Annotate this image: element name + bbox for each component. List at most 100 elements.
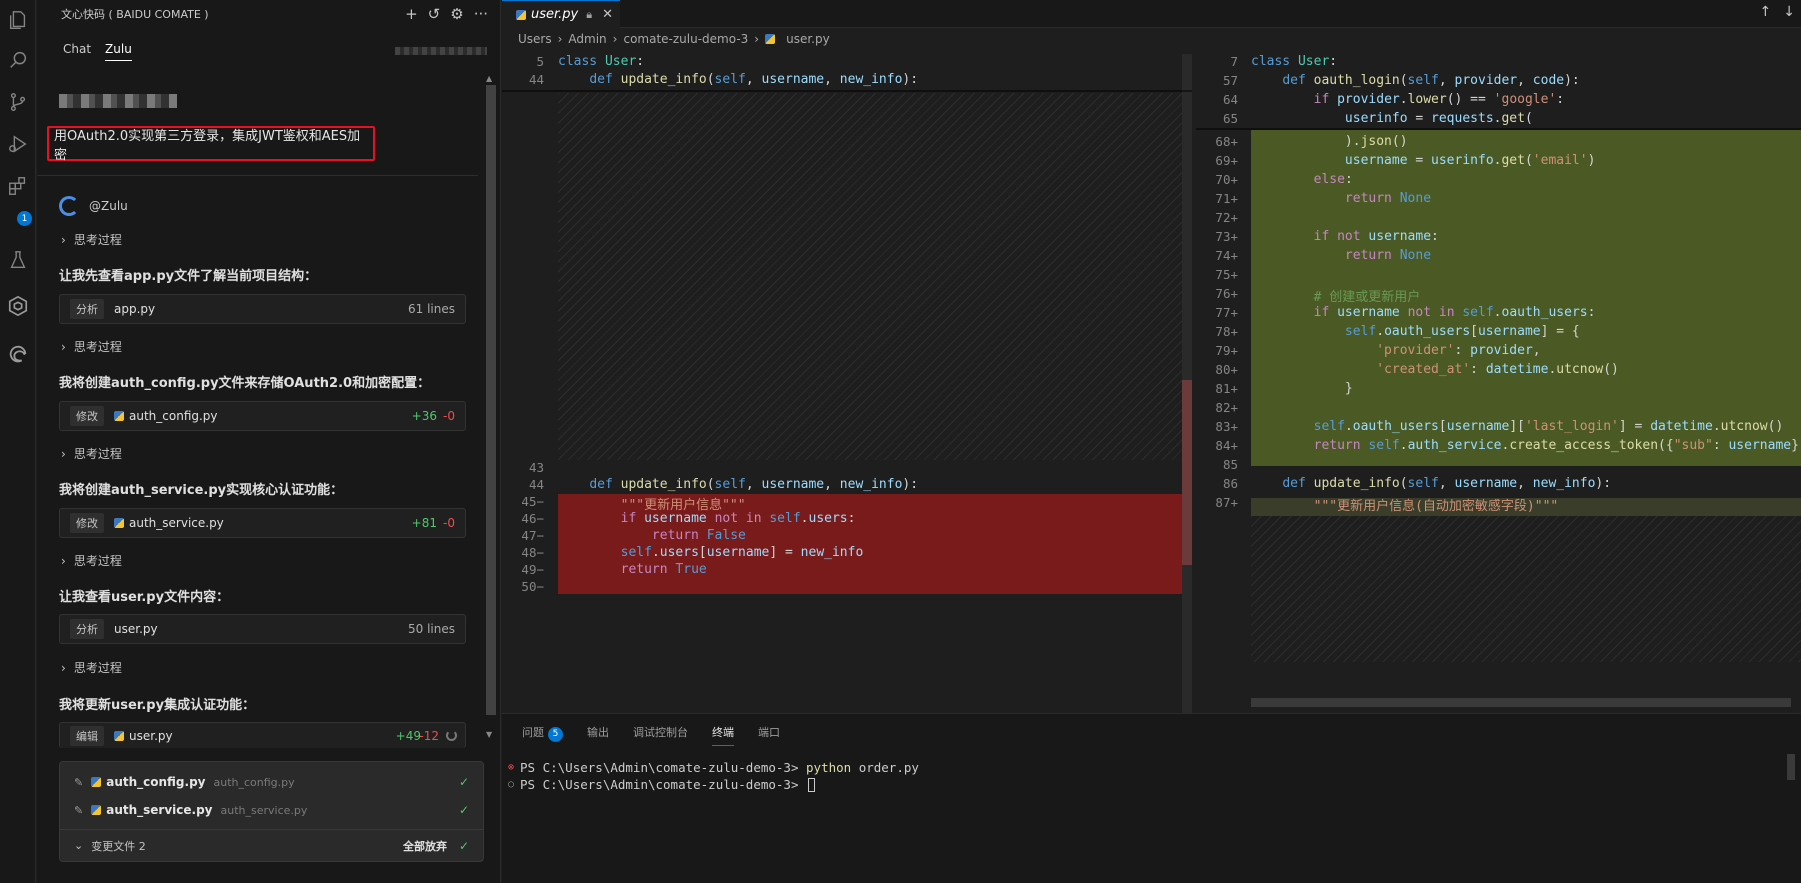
scroll-up-icon[interactable]: ▲: [486, 74, 492, 83]
settings-icon[interactable]: ⚙: [450, 4, 463, 24]
code-line[interactable]: def update_info(self, username, new_info…: [558, 72, 918, 87]
code-line[interactable]: username = userinfo.get('email'): [1251, 153, 1596, 168]
changed-file-row[interactable]: ✎ auth_config.py auth_config.py: [74, 772, 295, 792]
source-control-icon[interactable]: [4, 88, 32, 116]
blurred-user-name: [59, 94, 177, 108]
line-number: 43: [528, 460, 544, 475]
tab-ports[interactable]: 端口: [758, 724, 780, 746]
code-line[interactable]: return False: [558, 528, 746, 543]
testing-icon[interactable]: [4, 246, 32, 274]
breadcrumb-item[interactable]: Users: [518, 32, 552, 46]
code-line[interactable]: self.users[username] = new_info: [558, 545, 864, 560]
extensions-badge: 1: [17, 211, 32, 226]
code-line[interactable]: if username not in self.users:: [558, 511, 856, 526]
sidebar-scrollbar[interactable]: [486, 85, 496, 715]
code-line[interactable]: class User:: [558, 54, 644, 69]
agent-message: 让我查看user.py文件内容：: [59, 590, 230, 605]
accept-all-check-icon[interactable]: ✓: [459, 839, 469, 853]
sticky-shadow: [502, 90, 1192, 92]
tab-chat[interactable]: Chat: [63, 42, 91, 61]
previous-change-icon[interactable]: ↑: [1760, 4, 1772, 20]
breadcrumb-item[interactable]: comate-zulu-demo-3: [623, 32, 748, 46]
code-line[interactable]: return self.auth_service.create_access_t…: [1251, 438, 1801, 453]
tab-debug-console[interactable]: 调试控制台: [633, 724, 688, 746]
file-card[interactable]: 分析 user.py 50 lines: [59, 614, 466, 644]
code-line[interactable]: def update_info(self, username, new_info…: [1251, 476, 1611, 491]
code-line[interactable]: def oauth_login(self, provider, code):: [1251, 73, 1579, 88]
changed-file-row[interactable]: ✎ auth_service.py auth_service.py: [74, 800, 307, 820]
more-icon[interactable]: ···: [474, 4, 488, 24]
line-number: 81+: [1215, 381, 1238, 396]
horizontal-scrollbar[interactable]: [1251, 698, 1791, 707]
code-line[interactable]: return None: [1251, 191, 1431, 206]
code-line[interactable]: 'created_at': datetime.utcnow(): [1251, 362, 1619, 377]
line-number: 57: [1222, 73, 1238, 88]
left-scroll-thumb[interactable]: [1182, 380, 1192, 565]
tab-zulu[interactable]: Zulu: [105, 42, 132, 61]
code-line[interactable]: return None: [1251, 248, 1431, 263]
line-number: 45−: [521, 494, 544, 509]
thinking-toggle[interactable]: › 思考过程: [61, 659, 122, 676]
card-tag: 修改: [70, 406, 104, 426]
thinking-toggle[interactable]: › 思考过程: [61, 552, 122, 569]
terminal-scrollbar[interactable]: [1787, 754, 1795, 780]
tab-terminal[interactable]: 终端: [712, 724, 734, 746]
code-line[interactable]: else:: [1251, 172, 1353, 187]
breadcrumb: Users › Admin › comate-zulu-demo-3 › user.p…: [518, 32, 830, 46]
scroll-down-icon[interactable]: ▼: [486, 730, 492, 739]
chevron-right-icon: ›: [61, 339, 66, 354]
card-file: auth_config.py: [129, 409, 218, 423]
code-line[interactable]: class User:: [1251, 54, 1337, 69]
code-line[interactable]: 'provider': provider,: [1251, 343, 1540, 358]
breadcrumb-item[interactable]: Admin: [568, 32, 606, 46]
changes-summary[interactable]: 变更文件 2: [91, 838, 146, 854]
code-line[interactable]: if not username:: [1251, 229, 1439, 244]
next-change-icon[interactable]: ↓: [1783, 4, 1795, 20]
code-line[interactable]: self.oauth_users[username]['last_login']…: [1251, 419, 1784, 434]
history-icon[interactable]: ↺: [428, 4, 441, 24]
code-line[interactable]: return True: [558, 562, 707, 577]
terminal-line[interactable]: ⊗ PS C:\Users\Admin\comate-zulu-demo-3> …: [508, 760, 919, 775]
file-card[interactable]: 修改 auth_service.py +81 -0: [59, 508, 466, 538]
comate-icon[interactable]: [4, 292, 32, 320]
breadcrumb-item[interactable]: user.py: [786, 32, 830, 46]
code-line[interactable]: if provider.lower() == 'google':: [1251, 92, 1565, 107]
code-line[interactable]: """更新用户信息(自动加密敏感字段)""": [1251, 495, 1559, 514]
card-file: user.py: [129, 728, 173, 743]
code-line[interactable]: self.oauth_users[username] = {: [1251, 324, 1580, 339]
discard-all-button[interactable]: 全部放弃: [403, 838, 447, 854]
new-chat-icon[interactable]: +: [405, 4, 418, 24]
terminal-line[interactable]: ○ PS C:\Users\Admin\comate-zulu-demo-3>: [508, 777, 816, 792]
code-line[interactable]: # 创建或更新用户: [1251, 286, 1421, 305]
tab-problems[interactable]: 问题 5: [522, 724, 563, 746]
code-line[interactable]: ).json(): [1251, 134, 1408, 149]
thinking-toggle[interactable]: › 思考过程: [61, 231, 122, 248]
thinking-toggle[interactable]: › 思考过程: [61, 445, 122, 462]
tab-user-py[interactable]: user.py 🔒︎ ✕: [502, 0, 620, 28]
file-card[interactable]: 修改 auth_config.py +36 -0: [59, 401, 466, 431]
run-debug-icon[interactable]: [4, 130, 32, 158]
line-number: 48−: [521, 545, 544, 560]
code-line[interactable]: }: [1251, 381, 1353, 396]
line-number: 72+: [1215, 210, 1238, 225]
code-line[interactable]: userinfo = requests.get(: [1251, 111, 1533, 126]
edge-icon[interactable]: [4, 340, 32, 368]
changed-files-panel: ✎ auth_config.py auth_config.py ✓ ✎ auth…: [59, 761, 484, 862]
chevron-down-icon[interactable]: ⌄: [74, 839, 83, 852]
line-number: 79+: [1215, 343, 1238, 358]
diff-modified-pane[interactable]: 7 class User: 57 def oauth_login(self, pro…: [1196, 50, 1801, 713]
explorer-icon[interactable]: [4, 6, 32, 34]
activity-bar: 1: [0, 0, 36, 883]
extensions-icon[interactable]: [4, 172, 32, 200]
file-card[interactable]: 编辑 user.py +49 -12: [59, 722, 466, 748]
close-tab-icon[interactable]: ✕: [602, 7, 613, 22]
line-number: 50−: [521, 579, 544, 594]
search-icon[interactable]: [4, 46, 32, 74]
diff-original-pane[interactable]: 5 class User: 44 def update_info(self, use…: [502, 50, 1192, 713]
file-card[interactable]: 分析 app.py 61 lines: [59, 294, 466, 324]
diff-placeholder: [1251, 516, 1801, 662]
thinking-toggle[interactable]: › 思考过程: [61, 338, 122, 355]
code-line[interactable]: def update_info(self, username, new_info…: [558, 477, 918, 492]
tab-output[interactable]: 输出: [587, 724, 609, 746]
code-line[interactable]: if username not in self.oauth_users:: [1251, 305, 1596, 320]
